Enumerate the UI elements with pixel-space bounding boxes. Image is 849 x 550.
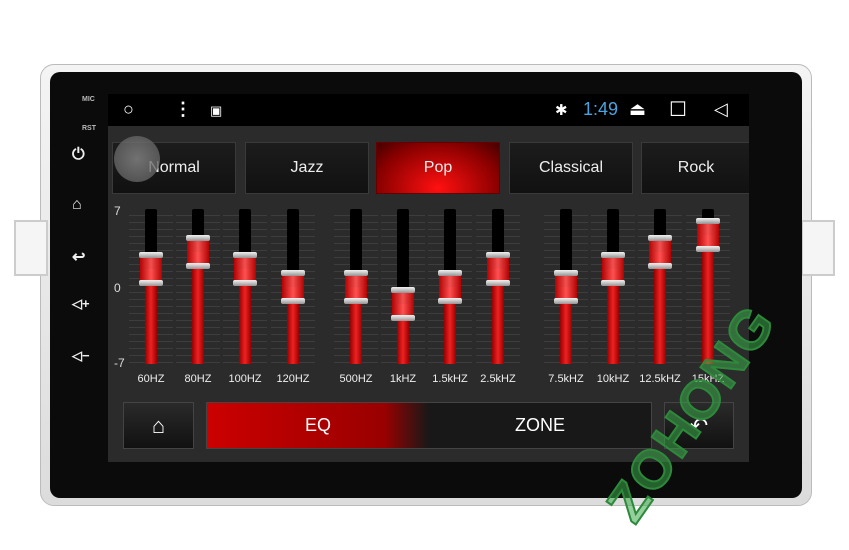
eq-slider[interactable] bbox=[486, 209, 510, 364]
mount-bracket-right bbox=[801, 220, 835, 276]
eq-slider[interactable] bbox=[438, 209, 462, 364]
home-icon[interactable]: ⌂ bbox=[72, 196, 82, 214]
home-icon: ⌂ bbox=[151, 412, 166, 438]
rst-label[interactable]: RST bbox=[82, 125, 96, 132]
eq-slider[interactable] bbox=[648, 209, 672, 364]
preset-jazz[interactable]: Jazz bbox=[245, 142, 369, 194]
menu-dots-icon[interactable]: ⋮ bbox=[174, 99, 192, 120]
preset-pop[interactable]: Pop bbox=[376, 142, 500, 194]
scale-max: 7 bbox=[114, 204, 121, 218]
scale-mid: 0 bbox=[114, 281, 121, 295]
slider-knob[interactable] bbox=[391, 286, 415, 321]
eq-tab[interactable]: EQ bbox=[207, 415, 429, 436]
eq-slider[interactable] bbox=[344, 209, 368, 364]
eq-slider[interactable] bbox=[233, 209, 257, 364]
preset-rock[interactable]: Rock bbox=[641, 142, 749, 194]
preset-classical[interactable]: Classical bbox=[509, 142, 633, 194]
mic-label: MIC bbox=[82, 96, 95, 103]
slider-knob[interactable] bbox=[486, 252, 510, 287]
gallery-icon[interactable]: ▣ bbox=[210, 103, 222, 119]
slider-knob[interactable] bbox=[233, 252, 257, 287]
slider-knob[interactable] bbox=[648, 234, 672, 269]
slider-knob[interactable] bbox=[281, 269, 305, 304]
slider-knob[interactable] bbox=[601, 252, 625, 287]
band-label: 2.5kHZ bbox=[480, 373, 516, 385]
scale-min: -7 bbox=[114, 356, 125, 370]
home-circle-icon[interactable]: ○ bbox=[123, 99, 134, 120]
zone-tab[interactable]: ZONE bbox=[429, 415, 651, 436]
volume-up-icon[interactable]: ◁+ bbox=[72, 296, 90, 312]
slider-knob[interactable] bbox=[186, 234, 210, 269]
eq-slider[interactable] bbox=[139, 209, 163, 364]
eq-slider[interactable] bbox=[186, 209, 210, 364]
home-button[interactable]: ⌂ bbox=[123, 402, 194, 449]
screen: ○ ⋮ ▣ ✱ 1:49 ⏏ ☐ ◁ Normal Jazz Pop Classica… bbox=[108, 94, 749, 462]
slider-knob[interactable] bbox=[554, 269, 578, 304]
slider-knob[interactable] bbox=[344, 269, 368, 304]
eq-slider[interactable] bbox=[554, 209, 578, 364]
eq-slider[interactable] bbox=[391, 209, 415, 364]
eq-slider[interactable] bbox=[601, 209, 625, 364]
touch-indicator bbox=[114, 136, 160, 182]
status-bar: ○ ⋮ ▣ ✱ 1:49 ⏏ ☐ ◁ bbox=[108, 94, 749, 126]
back-icon[interactable]: ↩ bbox=[72, 247, 85, 267]
clock: 1:49 bbox=[583, 99, 619, 119]
mount-bracket-left bbox=[14, 220, 48, 276]
bluetooth-icon: ✱ bbox=[555, 102, 568, 119]
slider-knob[interactable] bbox=[438, 269, 462, 304]
eject-icon[interactable]: ⏏ bbox=[629, 99, 646, 120]
back-triangle-icon[interactable]: ◁ bbox=[714, 99, 728, 120]
slider-knob[interactable] bbox=[139, 252, 163, 287]
power-icon[interactable]: ⏻ bbox=[72, 146, 85, 164]
eq-slider[interactable] bbox=[281, 209, 305, 364]
slider-knob[interactable] bbox=[696, 217, 720, 252]
recents-square-icon[interactable]: ☐ bbox=[669, 97, 687, 122]
band-label: 120HZ bbox=[276, 373, 310, 385]
eq-zone-toggle: EQ ZONE bbox=[206, 402, 652, 449]
volume-down-icon[interactable]: ◁− bbox=[72, 348, 90, 364]
